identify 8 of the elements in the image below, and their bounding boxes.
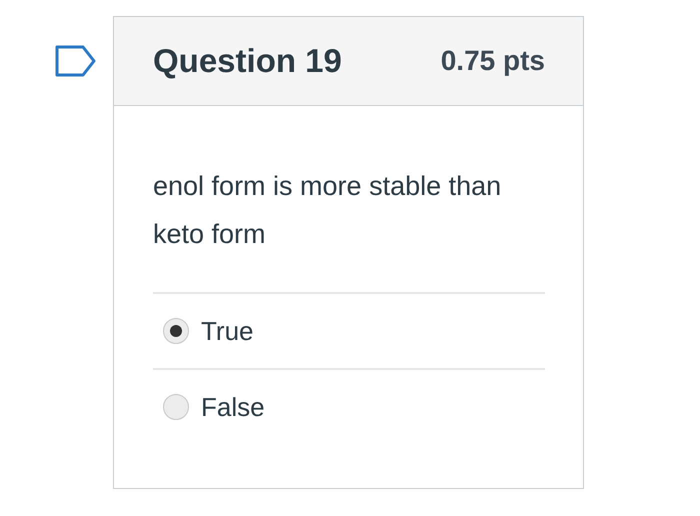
question-title: Question 19	[153, 42, 342, 80]
question-text: enol form is more stable than keto form	[153, 162, 545, 294]
answer-option[interactable]: False	[153, 370, 545, 444]
flag-icon[interactable]	[55, 45, 97, 77]
answer-option[interactable]: True	[153, 294, 545, 370]
radio-button[interactable]	[163, 394, 189, 420]
radio-button[interactable]	[163, 318, 189, 344]
question-points: 0.75 pts	[440, 45, 545, 77]
